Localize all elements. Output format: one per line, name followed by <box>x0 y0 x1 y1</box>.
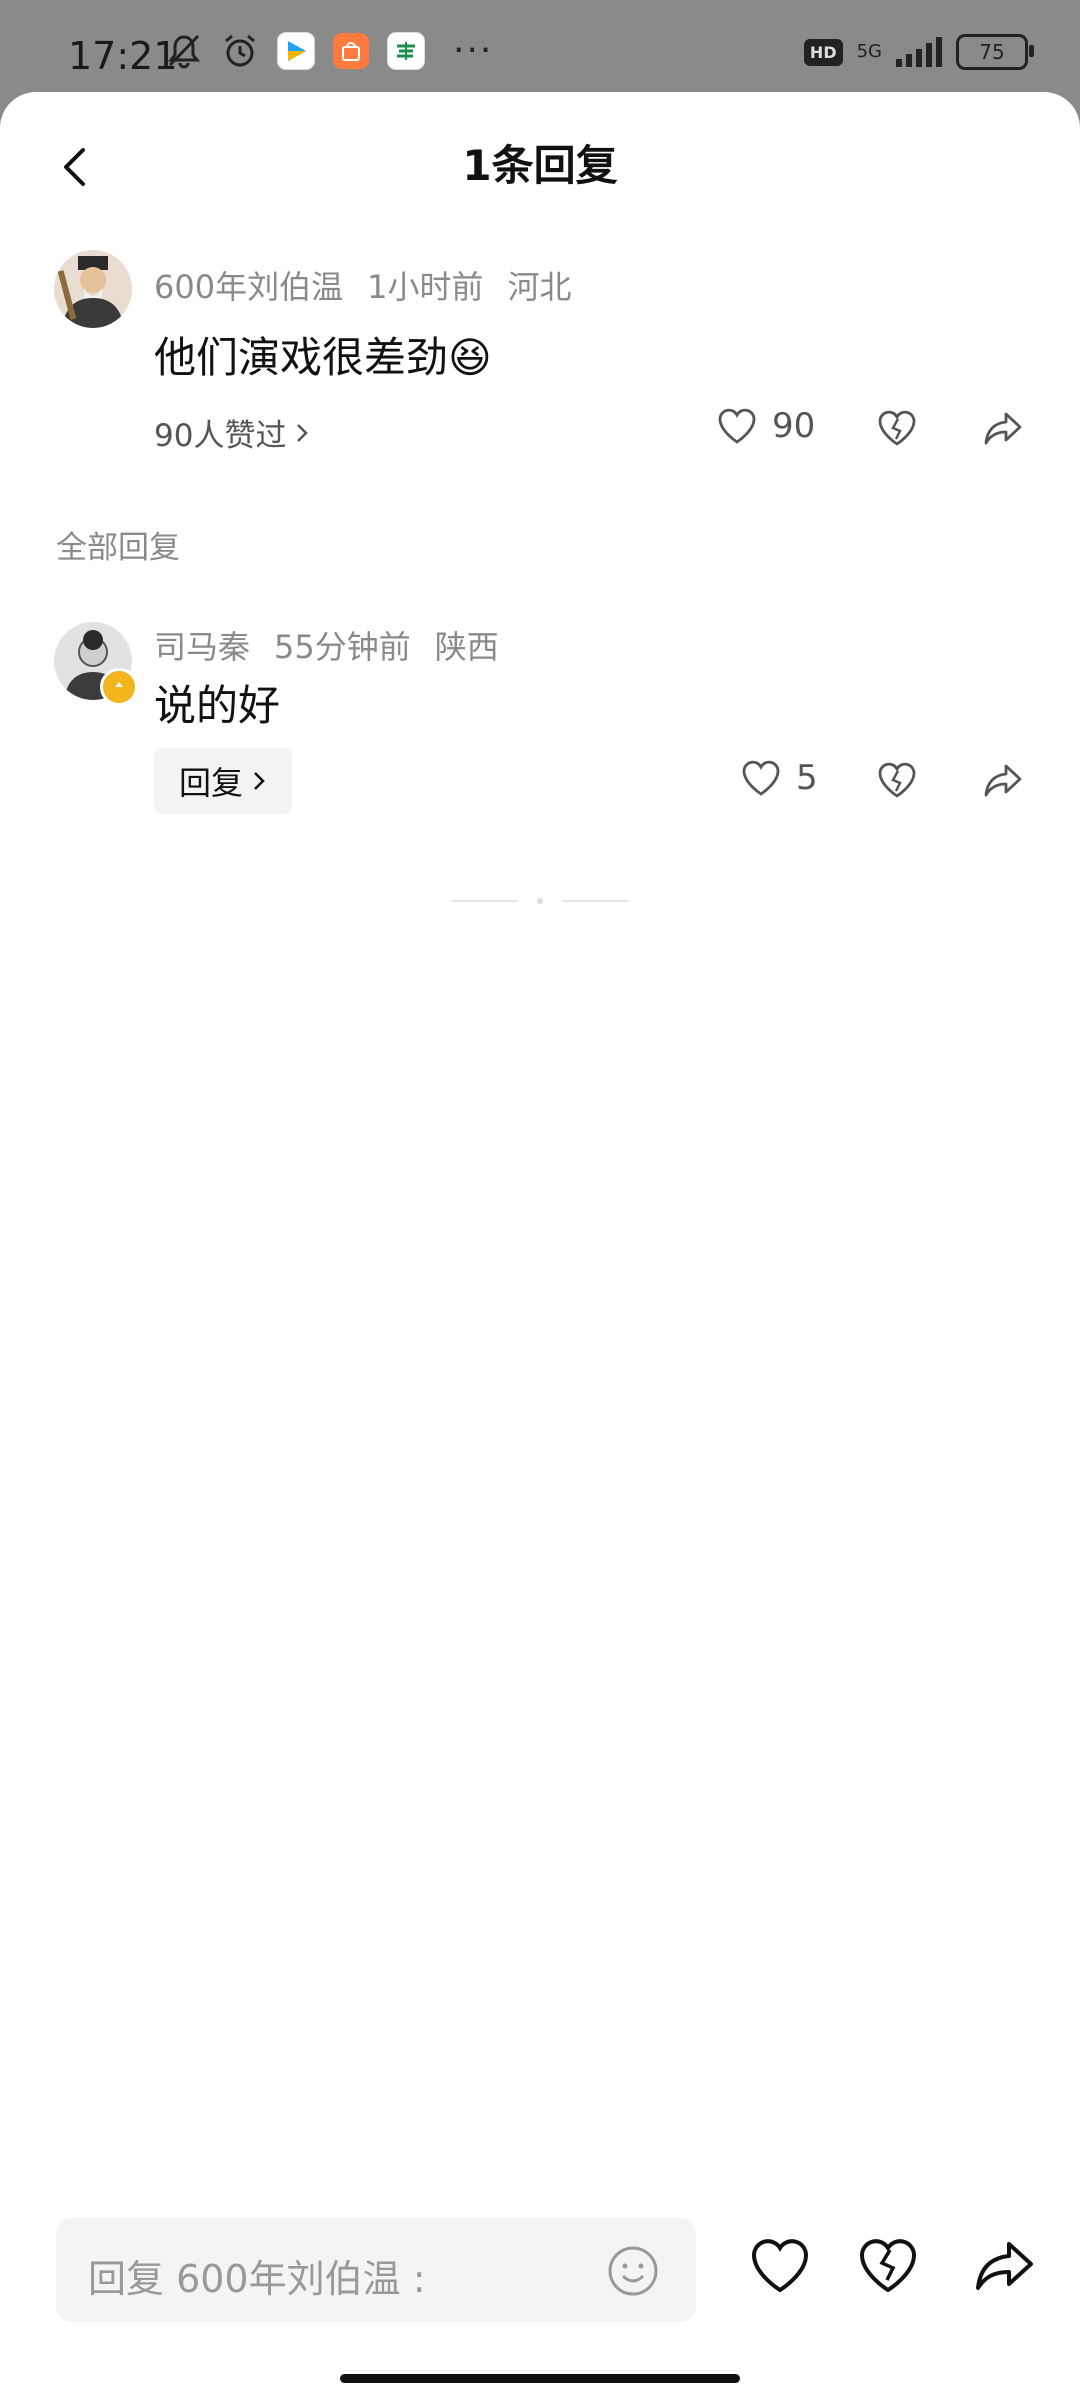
reply-dislike-button[interactable] <box>876 760 918 800</box>
comment-like-button[interactable]: 90 <box>716 406 815 446</box>
comment-text: 他们演戏很差劲😆 <box>154 324 492 385</box>
reply-button[interactable]: 回复 <box>154 748 292 814</box>
hd-badge: HD <box>803 38 843 66</box>
chevron-right-icon <box>254 772 265 790</box>
network-label: 5G <box>856 41 882 62</box>
comment-location: 河北 <box>507 268 572 306</box>
alarm-icon <box>221 32 259 70</box>
video-app-icon <box>277 31 315 70</box>
like-icon[interactable] <box>748 2234 812 2298</box>
battery-level: 75 <box>979 40 1005 64</box>
reply-meta: 司马秦 55分钟前 陕西 <box>154 622 499 668</box>
comment-body: 他们演戏很差劲 <box>154 333 449 382</box>
post-app-icon <box>387 31 425 70</box>
emoji-icon[interactable] <box>606 2244 660 2298</box>
comment-author[interactable]: 600年刘伯温 <box>154 262 343 308</box>
heart-icon <box>742 760 780 796</box>
reply-like-count: 5 <box>796 758 818 798</box>
signal-icon <box>896 37 942 67</box>
battery-icon: 75 <box>956 34 1034 70</box>
status-right: HD 5G 75 <box>803 34 1034 70</box>
share-icon <box>984 764 1022 797</box>
status-icons: ··· <box>165 30 493 71</box>
avatar[interactable] <box>54 250 132 328</box>
comment-time: 1小时前 <box>367 268 484 306</box>
comment-meta: 600年刘伯温 1小时前 河北 <box>154 262 571 308</box>
share-icon <box>984 412 1022 445</box>
reply-author[interactable]: 司马秦 <box>154 622 250 668</box>
comment-dislike-button[interactable] <box>876 408 918 448</box>
replies-sheet: 1条回复 600年刘伯温 1小时前 河北 他们演戏很差劲😆 90人赞过 90 全… <box>0 92 1080 2400</box>
heart-icon <box>718 408 756 444</box>
reply-button-label: 回复 <box>178 764 243 802</box>
status-bar: 17:21 ··· HD 5G 75 <box>0 0 1080 95</box>
home-indicator <box>340 2374 740 2383</box>
status-time: 17:21 <box>68 34 178 78</box>
laughing-emoji: 😆 <box>448 333 492 382</box>
comment-share-button[interactable] <box>982 408 1024 448</box>
reply-input-placeholder: 回复 600年刘伯温 : <box>88 2257 426 2301</box>
reply-location: 陕西 <box>434 628 499 666</box>
reply-share-button[interactable] <box>982 760 1024 800</box>
mute-bell-icon <box>165 32 203 70</box>
verified-badge-icon <box>100 668 138 706</box>
dislike-icon[interactable] <box>856 2234 920 2298</box>
comment-like-count: 90 <box>772 406 816 446</box>
page-title: 1条回复 <box>462 141 618 190</box>
broken-heart-icon <box>878 410 916 446</box>
liked-by-text: 90人赞过 <box>154 418 287 454</box>
section-title: 全部回复 <box>56 530 180 566</box>
broken-heart-icon <box>878 762 916 798</box>
reply-text: 说的好 <box>154 681 281 730</box>
more-notifications-icon: ··· <box>453 30 494 71</box>
end-of-list-divider <box>452 898 628 904</box>
liked-by-link[interactable]: 90人赞过 <box>154 410 310 455</box>
share-icon[interactable] <box>972 2234 1036 2298</box>
reply-input[interactable]: 回复 600年刘伯温 : <box>56 2218 696 2322</box>
reply-like-button[interactable]: 5 <box>740 758 818 798</box>
shopping-app-icon <box>333 32 369 69</box>
header: 1条回复 <box>0 92 1080 242</box>
chevron-right-icon <box>297 423 309 442</box>
reply-time: 55分钟前 <box>274 628 411 666</box>
